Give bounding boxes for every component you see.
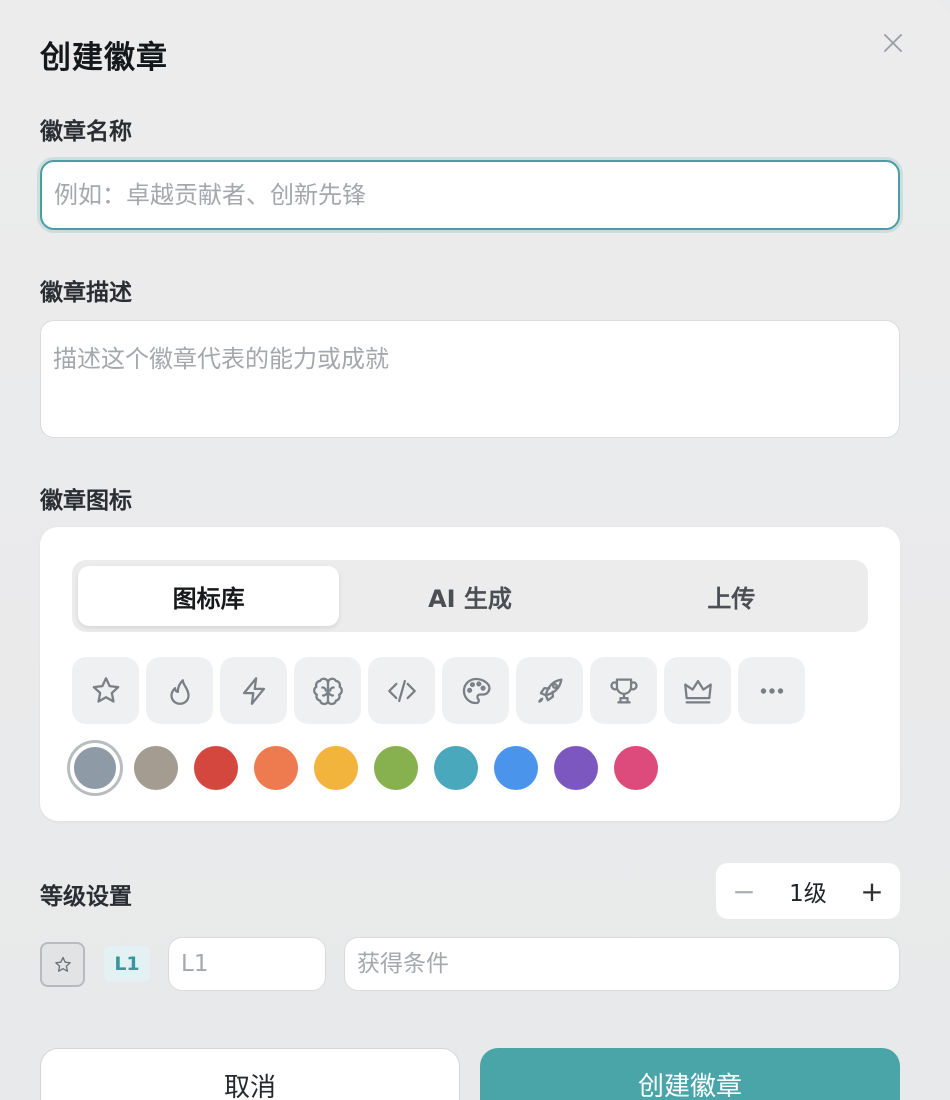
description-field-label: 徽章描述 bbox=[40, 280, 132, 306]
rocket-icon[interactable] bbox=[516, 657, 583, 724]
create-badge-button[interactable]: 创建徽章 bbox=[480, 1048, 900, 1100]
badge-name-input[interactable] bbox=[40, 160, 900, 230]
level-stepper: − 1级 + bbox=[716, 863, 900, 919]
icon-section-label: 徽章图标 bbox=[40, 488, 132, 514]
level-icon-picker[interactable] bbox=[40, 942, 85, 987]
close-icon[interactable] bbox=[880, 30, 906, 56]
color-swatch[interactable] bbox=[554, 746, 598, 790]
tab-icon-library[interactable]: 图标库 bbox=[78, 566, 340, 626]
icon-source-tabs: 图标库 AI 生成 上传 bbox=[72, 560, 868, 632]
lightning-icon[interactable] bbox=[220, 657, 287, 724]
color-swatch[interactable] bbox=[494, 746, 538, 790]
level-count: 1级 bbox=[789, 881, 827, 907]
level-condition-input[interactable] bbox=[344, 937, 900, 991]
level-name-input[interactable] bbox=[168, 937, 326, 991]
star-icon bbox=[54, 956, 71, 972]
name-field-label: 徽章名称 bbox=[40, 119, 132, 145]
color-swatch[interactable] bbox=[434, 746, 478, 790]
create-badge-dialog: 创建徽章 徽章名称 徽章描述 徽章图标 图标库 AI 生成 上传 bbox=[0, 0, 950, 1100]
palette-icon[interactable] bbox=[442, 657, 509, 724]
level-section-label: 等级设置 bbox=[40, 884, 132, 910]
color-swatches bbox=[70, 743, 674, 793]
icon-grid bbox=[72, 657, 805, 724]
more-icon[interactable] bbox=[738, 657, 805, 724]
icon-panel: 图标库 AI 生成 上传 bbox=[40, 527, 900, 821]
color-swatch[interactable] bbox=[374, 746, 418, 790]
color-swatch[interactable] bbox=[314, 746, 358, 790]
color-swatch[interactable] bbox=[194, 746, 238, 790]
crown-icon[interactable] bbox=[664, 657, 731, 724]
tab-ai-generate[interactable]: AI 生成 bbox=[339, 566, 600, 626]
cancel-button[interactable]: 取消 bbox=[40, 1048, 460, 1100]
decrement-button[interactable]: − bbox=[716, 863, 772, 919]
tab-upload[interactable]: 上传 bbox=[601, 566, 862, 626]
badge-description-input[interactable] bbox=[40, 320, 900, 438]
increment-button[interactable]: + bbox=[844, 863, 900, 919]
star-icon[interactable] bbox=[72, 657, 139, 724]
dialog-title: 创建徽章 bbox=[40, 40, 168, 76]
color-swatch[interactable] bbox=[70, 743, 120, 793]
flame-icon[interactable] bbox=[146, 657, 213, 724]
color-swatch[interactable] bbox=[254, 746, 298, 790]
color-swatch[interactable] bbox=[134, 746, 178, 790]
brain-icon[interactable] bbox=[294, 657, 361, 724]
code-icon[interactable] bbox=[368, 657, 435, 724]
trophy-icon[interactable] bbox=[590, 657, 657, 724]
level-badge: L1 bbox=[104, 946, 150, 982]
color-swatch[interactable] bbox=[614, 746, 658, 790]
